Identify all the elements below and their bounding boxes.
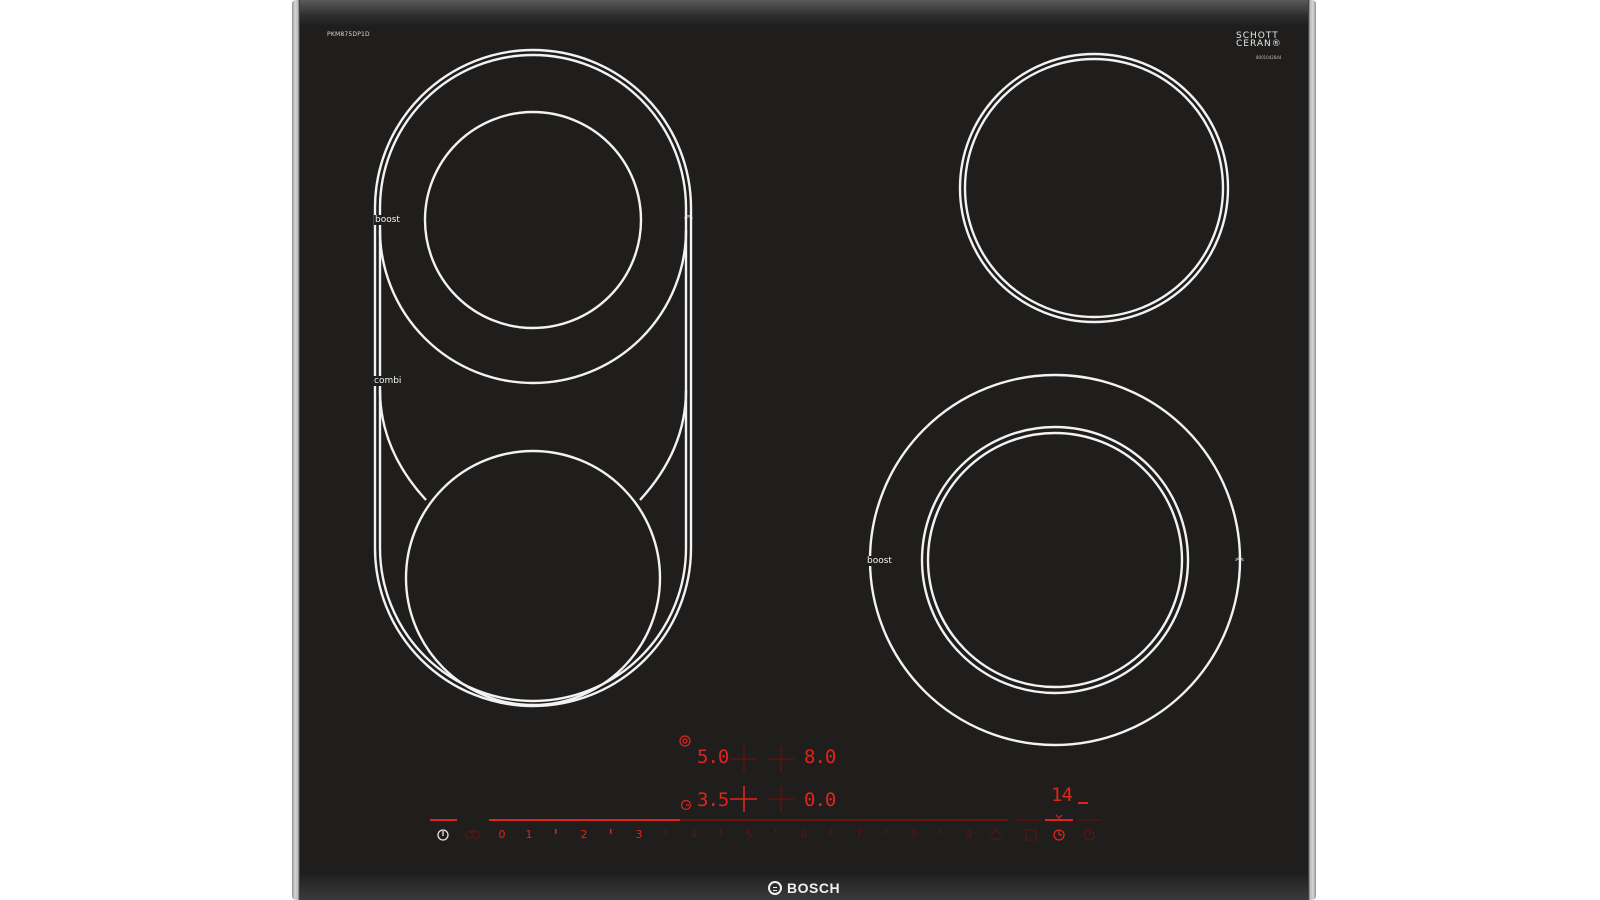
slider-level-6[interactable]: 6 [801,828,808,841]
left-combi-zone-outline-inner [378,53,688,703]
zone-select-bottom-right-button[interactable] [765,784,796,814]
left-combi-zone-outline [373,48,693,708]
slider-level-4[interactable]: 4 [691,828,698,841]
boost-button[interactable] [986,826,1004,844]
bosch-logo-icon [768,881,782,895]
cooktop-timer-button[interactable] [1022,826,1040,844]
left-top-zone [423,110,643,330]
bosch-brand: BOSCH [768,876,840,900]
stopwatch-button[interactable] [1081,826,1099,844]
right-bottom-zone [920,425,1190,695]
schott-ceran-code: 8001042844 [1256,55,1282,60]
zone-select-top-right-button[interactable] [765,744,796,774]
timer-display-icon [679,735,691,747]
bosch-wordmark: BOSCH [787,880,841,896]
schott-ceran-logo: SCHOTT CERAN® [1236,31,1282,49]
zone-select-bottom-left-button[interactable] [728,784,759,814]
display-bottom-right: 0.0 [804,789,836,811]
right-top-zone-inner [963,57,1225,319]
slider-level-8[interactable]: 8 [911,828,918,841]
timer-down-chevron-icon [1055,814,1063,819]
slider-level-0[interactable]: 0 [499,828,506,841]
slider-level-1[interactable]: 1 [526,828,533,841]
left-combi-arc-right [639,389,688,501]
slider-level-3[interactable]: 3 [636,828,643,841]
cooking-zones-drawing [373,48,1242,841]
left-boost-chevron-icon: ︽ [684,211,694,221]
left-top-boost-ring [378,229,688,385]
right-boost-chevron-icon: ︽ [1235,553,1245,563]
display-top-right: 8.0 [804,746,836,768]
slider-level-2[interactable]: 2 [581,828,588,841]
zone-select-top-left-button[interactable] [728,744,759,774]
right-boost-label: boost [866,556,893,566]
left-combi-label: combi [373,376,403,386]
slider-level-9[interactable]: 9 [966,828,973,841]
slider-level-7[interactable]: 7 [856,828,863,841]
zone-timer-icon [680,799,692,811]
right-bottom-boost-ring [868,373,1242,747]
left-bottom-zone [404,449,662,707]
left-combi-arc-left [378,389,427,501]
timer-display: 14 [1051,784,1073,806]
timer-button[interactable] [1051,826,1069,844]
child-lock-button[interactable] [462,827,482,843]
timer-display-dash [1078,802,1088,804]
display-top-left: 5.0 [697,746,729,768]
slider-level-5[interactable]: 5 [746,828,753,841]
power-button[interactable] [435,827,451,843]
right-bottom-zone-inner [926,431,1184,689]
left-boost-label: boost [374,215,401,225]
right-top-zone [958,52,1230,324]
model-number: PKM875DP1D [327,31,370,38]
display-bottom-left: 3.5 [697,789,729,811]
